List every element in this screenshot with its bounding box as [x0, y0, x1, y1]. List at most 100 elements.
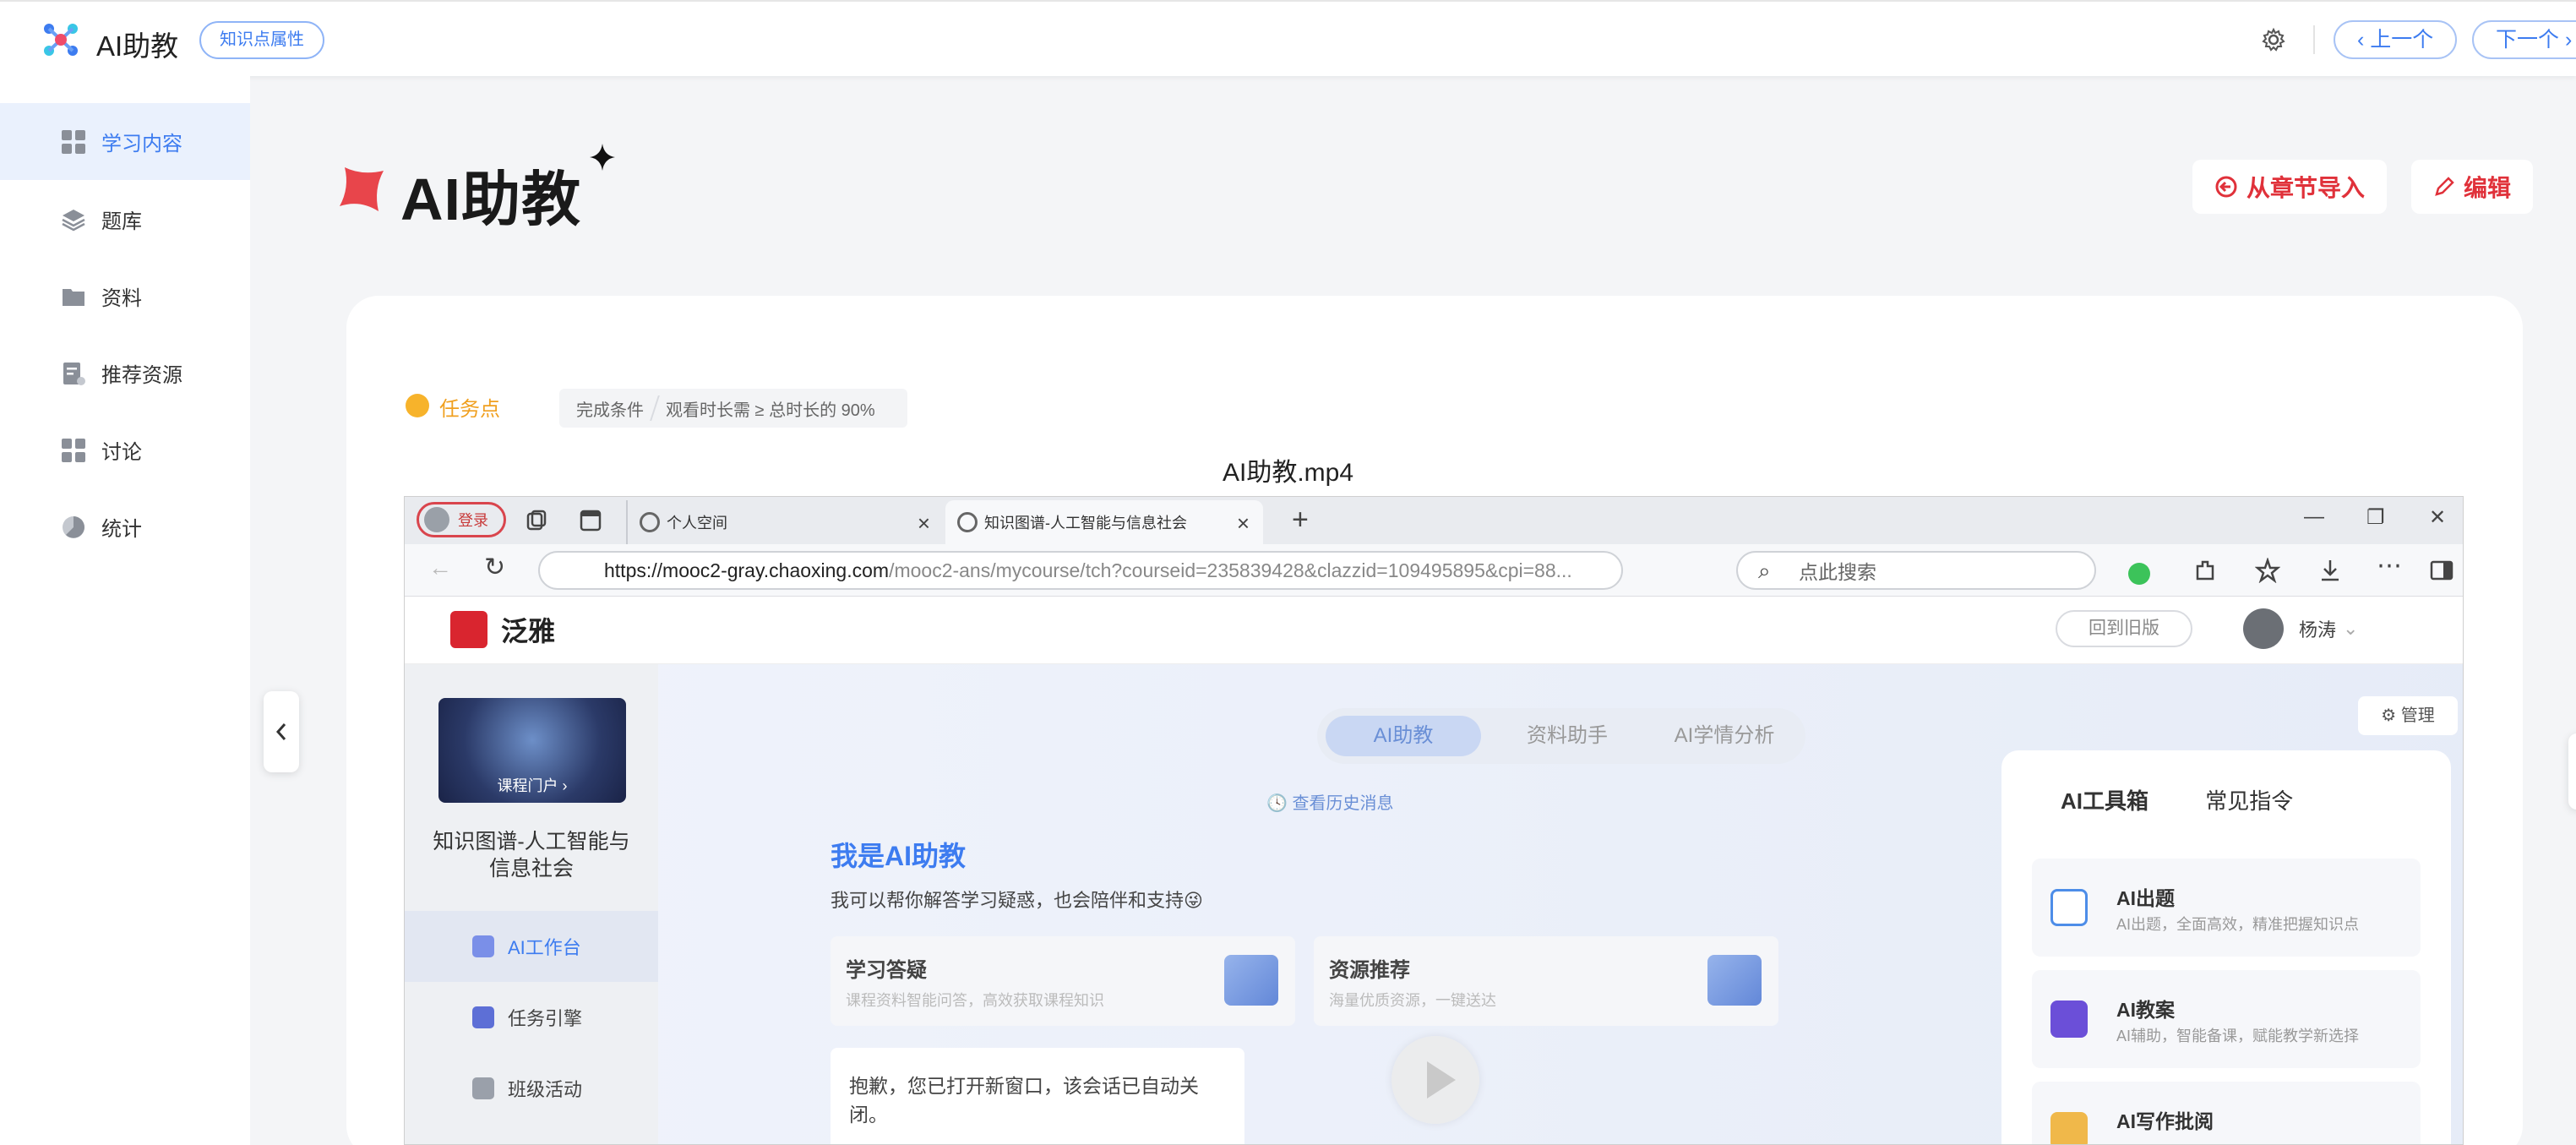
url-path: /mooc2-ans/mycourse/tch?courseid=2358394… [889, 559, 1572, 581]
url-host: https://mooc2-gray.chaoxing.com [604, 559, 890, 581]
edit-button[interactable]: 编辑 [2411, 160, 2534, 214]
condition-value: 观看时长需 ≥ 总时长的 90% [666, 401, 875, 420]
grid-icon [61, 129, 86, 155]
sidebar-item-label: 资料 [101, 287, 142, 310]
tab-title: 知识图谱-人工智能与信息社会 [984, 515, 1187, 532]
tab-ai-assistant: AI助教 [1326, 716, 1481, 756]
old-version-button: 回到旧版 [2056, 610, 2192, 647]
extension-status-icon [2128, 563, 2150, 585]
favorites-icon [2255, 558, 2280, 583]
pen-book-icon [1224, 955, 1278, 1006]
nav-class-activity: 班级活动 [405, 1053, 658, 1124]
right-panel-handle[interactable] [2568, 733, 2576, 810]
task-icon [472, 1006, 494, 1028]
tab-learning-analysis: AI学情分析 [1674, 724, 1775, 747]
task-point-dot-icon [406, 394, 429, 417]
nav-ai-workbench: AI工作台 [405, 911, 658, 982]
more-icon: ⋯ [2377, 552, 2402, 580]
page-title: AI助教 [400, 166, 581, 232]
chevron-down-icon: ⌄ [2343, 618, 2359, 639]
nav-task-engine: 任务引擎 [405, 982, 658, 1053]
intro-subtitle: 我可以帮你解答学习疑惑，也会陪伴和支持😜 [831, 890, 1203, 911]
history-link: 🕓 查看历史消息 [1266, 794, 1394, 813]
sidebar-item-label: 学习内容 [101, 133, 182, 155]
import-from-chapter-button[interactable]: 从章节导入 [2192, 160, 2388, 214]
browser-address-bar: ← ↻ https://mooc2-gray.chaoxing.com/mooc… [405, 544, 2463, 597]
history-label: 查看历史消息 [1292, 794, 1394, 813]
next-label: 下一个 [2496, 28, 2560, 52]
writing-review-icon [2050, 1112, 2088, 1144]
tool-ai-lesson-plan: AI教案 AI辅助，智能备课，赋能教学新选择 [2032, 970, 2421, 1068]
tool-ai-writing-review: AI写作批阅 [2032, 1082, 2421, 1144]
refresh-icon: ↻ [484, 553, 506, 581]
chevron-left-icon [275, 723, 286, 740]
login-label: 登录 [458, 512, 488, 529]
completion-condition: 完成条件 观看时长需 ≥ 总时长的 90% [559, 389, 907, 428]
grid-icon [472, 1077, 494, 1099]
tab-ai-toolbox: AI工具箱 [2061, 788, 2149, 814]
nav-label: 任务引擎 [508, 1008, 583, 1029]
user-name: 杨涛 [2299, 619, 2337, 641]
search-placeholder: 点此搜索 [1799, 561, 1876, 583]
sidebar-item-materials[interactable]: 资料 [0, 258, 250, 335]
sidebar-item-question-bank[interactable]: 题库 [0, 181, 250, 258]
app-logo-icon [44, 24, 78, 56]
tool-ai-question: AI出题 AI出题，全面高效，精准把握知识点 [2032, 859, 2421, 957]
browser-tab: 个人空间 × [626, 500, 944, 544]
app-title: AI助教 [96, 30, 179, 62]
collections-icon [526, 510, 547, 531]
course-cover: 课程门户 › [438, 698, 626, 803]
browser-search-field: ⌕ 点此搜索 [1736, 551, 2096, 590]
folder-icon [61, 284, 86, 309]
downloads-icon [2322, 560, 2339, 581]
feature-desc: 课程资料智能问答，高效获取课程知识 [846, 992, 1104, 1009]
window-close-icon: ✕ [2429, 506, 2447, 529]
feature-card-resources: 资源推荐 海量优质资源，一键送达 [1314, 936, 1778, 1026]
sidebar-item-statistics[interactable]: 统计 [0, 488, 250, 565]
tab-favicon-icon [640, 512, 660, 532]
brand-name: 泛雅 [501, 616, 556, 646]
tab-actions-icon [580, 510, 602, 532]
sidebar-item-recommended[interactable]: 推荐资源 [0, 335, 250, 412]
back-arrow-icon: ← [428, 554, 452, 581]
browser-profile-button: 登录 [417, 502, 506, 537]
video-filename: AI助教.mp4 [1222, 459, 1354, 487]
settings-gear-icon[interactable] [2261, 27, 2286, 52]
tab-common-commands: 常见指令 [2205, 788, 2294, 814]
import-icon [2215, 176, 2237, 198]
manage-label: 管理 [2400, 706, 2435, 725]
red-diamond-icon [340, 167, 384, 211]
ai-icon [472, 935, 494, 957]
tool-desc: AI出题，全面高效，精准把握知识点 [2116, 916, 2360, 933]
close-icon: × [917, 510, 930, 536]
course-portal-label: 课程门户 › [497, 777, 568, 794]
tab-title: 个人空间 [667, 515, 727, 532]
intro-title: 我是AI助教 [831, 841, 967, 871]
close-icon: × [1236, 510, 1250, 536]
play-button[interactable] [1391, 1036, 1479, 1124]
sidebar-toggle-icon [2430, 560, 2453, 581]
restore-icon: ❐ [2366, 506, 2385, 529]
top-bar: AI助教 知识点属性 ‹ 上一个 下一个 › [0, 0, 2576, 76]
pie-chart-icon [61, 515, 86, 540]
tool-desc: AI辅助，智能备课，赋能教学新选择 [2116, 1028, 2360, 1044]
collapse-sidebar-button[interactable] [264, 691, 299, 772]
next-button[interactable]: 下一个 › [2472, 20, 2576, 59]
question-doc-icon [2050, 889, 2088, 926]
edit-label: 编辑 [2464, 175, 2512, 201]
import-label: 从章节导入 [2247, 175, 2366, 201]
feature-desc: 海量优质资源，一键送达 [1329, 992, 1496, 1009]
knowledge-point-attributes-button[interactable]: 知识点属性 [199, 21, 324, 59]
previous-button[interactable]: ‹ 上一个 [2334, 20, 2458, 59]
video-player[interactable]: 登录 个人空间 × 知识图谱-人工智能与信息社会 × + — ❐ ✕ ← ↻ h… [404, 496, 2464, 1145]
browser-tab-bar: 登录 个人空间 × 知识图谱-人工智能与信息社会 × + — ❐ ✕ [405, 497, 2463, 544]
tab-favicon-icon [957, 512, 978, 532]
manage-button: ⚙ 管理 [2358, 696, 2458, 735]
divider [2313, 25, 2315, 54]
sidebar-item-learning-content[interactable]: 学习内容 [0, 103, 250, 180]
browser-tab-active: 知识图谱-人工智能与信息社会 × [945, 500, 1263, 544]
feature-title: 学习答疑 [846, 959, 927, 982]
toolbox-tabs: AI工具箱 常见指令 [2061, 784, 2293, 815]
extensions-icon [2196, 560, 2214, 581]
task-point-label: 任务点 [439, 398, 500, 421]
